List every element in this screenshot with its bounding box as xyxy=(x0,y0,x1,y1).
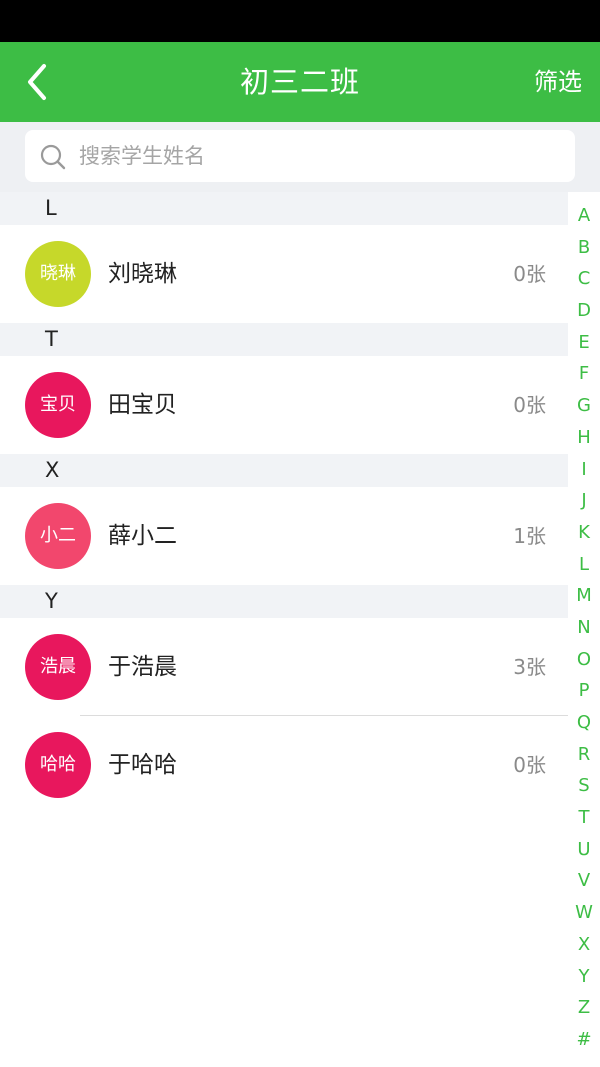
avatar: 小二 xyxy=(25,503,91,569)
section-header-t: T xyxy=(0,323,568,356)
photo-count: 0张 xyxy=(513,753,546,777)
photo-count: 3张 xyxy=(513,655,546,679)
index-letter-q[interactable]: Q xyxy=(568,707,600,739)
student-name: 于哈哈 xyxy=(108,752,177,778)
student-name: 于浩晨 xyxy=(108,654,177,680)
index-letter-m[interactable]: M xyxy=(568,580,600,612)
index-letter-v[interactable]: V xyxy=(568,865,600,897)
search-box[interactable] xyxy=(25,130,575,182)
student-row[interactable]: 浩晨 于浩晨 3张 xyxy=(0,618,568,716)
index-letter-u[interactable]: U xyxy=(568,834,600,866)
student-row[interactable]: 晓琳 刘晓琳 0张 xyxy=(0,225,568,323)
student-row[interactable]: 哈哈 于哈哈 0张 xyxy=(0,716,568,813)
index-letter-g[interactable]: G xyxy=(568,390,600,422)
page-title: 初三二班 xyxy=(239,65,360,99)
search-input[interactable] xyxy=(79,130,559,182)
student-list: L 晓琳 刘晓琳 0张 T 宝贝 田宝贝 0张 X 小二 薛小二 1张 Y 浩晨… xyxy=(0,192,568,813)
index-letter-j[interactable]: J xyxy=(568,485,600,517)
search-icon xyxy=(40,144,66,170)
index-letter-f[interactable]: F xyxy=(568,358,600,390)
header-bar: 初三二班 筛选 xyxy=(0,42,600,122)
index-letter-b[interactable]: B xyxy=(568,232,600,264)
avatar: 宝贝 xyxy=(25,372,91,438)
photo-count: 0张 xyxy=(513,393,546,417)
index-letter-i[interactable]: I xyxy=(568,454,600,486)
index-letter-t[interactable]: T xyxy=(568,802,600,834)
index-letter-n[interactable]: N xyxy=(568,612,600,644)
index-letter-r[interactable]: R xyxy=(568,739,600,771)
index-letter-a[interactable]: A xyxy=(568,200,600,232)
index-letter-p[interactable]: P xyxy=(568,675,600,707)
index-letter-y[interactable]: Y xyxy=(568,961,600,993)
index-letter-k[interactable]: K xyxy=(568,517,600,549)
index-letter-h[interactable]: H xyxy=(568,422,600,454)
section-header-l: L xyxy=(0,192,568,225)
index-letter-s[interactable]: S xyxy=(568,770,600,802)
search-bar xyxy=(0,122,600,192)
avatar: 晓琳 xyxy=(25,241,91,307)
photo-count: 0张 xyxy=(513,262,546,286)
index-letter-l[interactable]: L xyxy=(568,549,600,581)
section-header-x: X xyxy=(0,454,568,487)
index-letter-z[interactable]: Z xyxy=(568,992,600,1024)
index-letter-x[interactable]: X xyxy=(568,929,600,961)
avatar: 浩晨 xyxy=(25,634,91,700)
student-row[interactable]: 小二 薛小二 1张 xyxy=(0,487,568,585)
index-letter-d[interactable]: D xyxy=(568,295,600,327)
section-header-y: Y xyxy=(0,585,568,618)
student-row[interactable]: 宝贝 田宝贝 0张 xyxy=(0,356,568,454)
student-name: 田宝贝 xyxy=(108,392,177,418)
index-letter-o[interactable]: O xyxy=(568,644,600,676)
index-letter-w[interactable]: W xyxy=(568,897,600,929)
student-name: 薛小二 xyxy=(108,523,177,549)
index-letter-c[interactable]: C xyxy=(568,263,600,295)
student-name: 刘晓琳 xyxy=(108,261,177,287)
avatar: 哈哈 xyxy=(25,732,91,798)
filter-button[interactable]: 筛选 xyxy=(534,42,582,122)
index-letter-hash[interactable]: # xyxy=(568,1024,600,1056)
photo-count: 1张 xyxy=(513,524,546,548)
index-letter-e[interactable]: E xyxy=(568,327,600,359)
alphabet-index-bar[interactable]: A B C D E F G H I J K L M N O P Q R S T … xyxy=(568,200,600,1060)
status-bar xyxy=(0,0,600,42)
